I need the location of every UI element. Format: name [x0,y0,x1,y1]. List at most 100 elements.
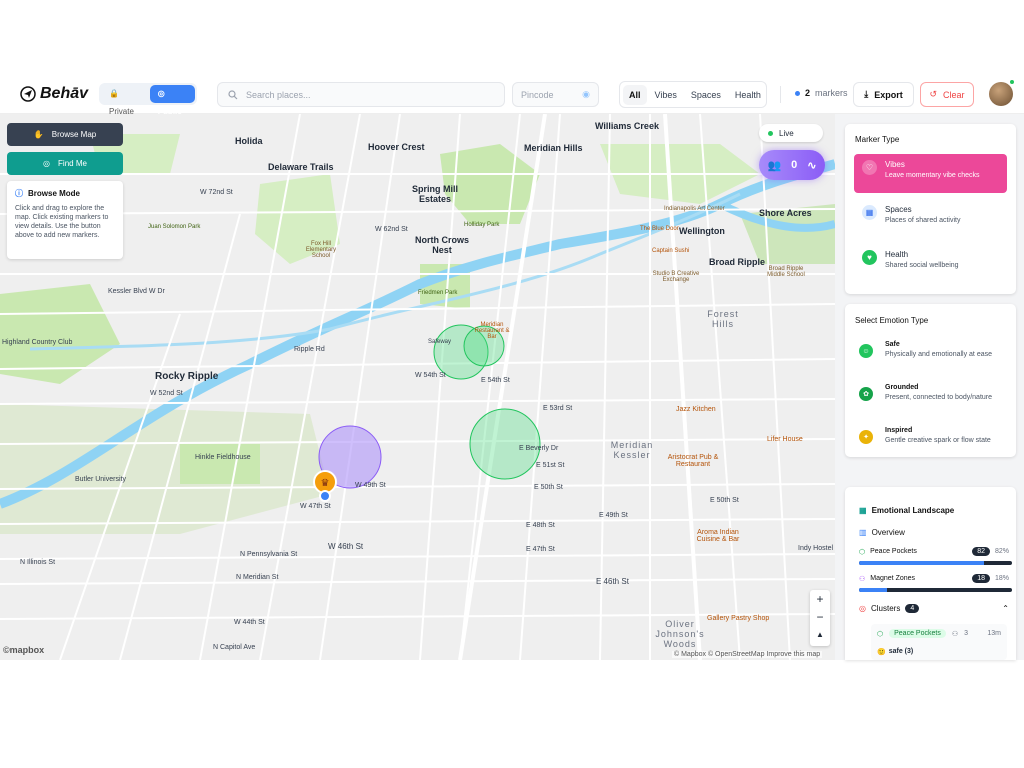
filter-spaces[interactable]: Spaces [685,85,727,105]
search-icon [228,89,238,99]
map-label: Delaware Trails [268,162,334,172]
clear-button[interactable]: ↺ Clear [920,82,974,107]
visibility-toggle: 🔒 Private ◎ Public [99,83,197,116]
filter-health[interactable]: Health [729,85,767,105]
info-icon: ⓘ [15,189,23,198]
map-label: Williams Creek [595,121,659,131]
info-text: Click and drag to explore the map. Click… [15,205,109,239]
marker-count-value: 2 [805,88,811,98]
peace-pct: 82% [994,548,1009,555]
grounded-desc: Present, connected to body/nature [885,394,993,401]
street-label: W 72nd St [200,189,233,196]
chart-icon: ▥ [859,528,867,537]
inspired-desc: Gentle creative spark or flow state [885,437,991,444]
cluster-time: 13m [987,630,1001,637]
marker-count: 2 markers [795,88,848,98]
zoom-controls: + − ▲ [810,590,830,646]
svg-text:♛: ♛ [321,478,330,489]
map-label: Aristocrat Pub & Restaurant [667,454,719,468]
street-label: E 53rd St [543,405,573,412]
app-logo[interactable]: Behāv [20,85,88,103]
map-label: Holida [235,136,263,146]
street-label: N Capitol Ave [213,644,256,651]
emotion-title: Select Emotion Type [855,316,929,325]
online-status-icon [1009,79,1015,85]
pincode-input[interactable]: Pincode ◉ [512,82,599,107]
emotion-inspired[interactable]: ✦ Inspired Gentle creative spark or flow … [859,427,991,444]
map-label: Fox Hill Elementary School [305,241,337,259]
map-label: Indianapolis Art Center [664,206,725,212]
map-label: Gallery Pastry Shop [707,615,770,622]
find-me-button[interactable]: ◎ Find Me [7,152,123,175]
street-label: W 47th St [300,503,331,510]
street-label: E 51st St [536,462,565,469]
map-label: Holliday Park [464,222,500,228]
cluster-tag: Peace Pockets [889,629,946,638]
marker-type-spaces[interactable]: ▦ Spaces Places of shared activity [854,199,1007,238]
landscape-title: Emotional Landscape [871,506,955,515]
street-label: W 62nd St [375,226,408,233]
marker-filter: All Vibes Spaces Health [619,81,767,108]
street-label: E 54th St [481,377,510,384]
street-label: Ripple Rd [294,346,325,353]
map-attribution[interactable]: © Mapbox © OpenStreetMap Improve this ma… [672,651,823,658]
shield-icon: ⬡ [859,548,866,556]
zoom-in-button[interactable]: + [816,590,823,608]
emotion-safe[interactable]: ☺ Safe Physically and emotionally at ease [859,341,992,358]
map-label: Lifer House [767,436,803,443]
street-label: E 49th St [599,512,628,519]
chevron-up-icon[interactable]: ⌃ [1002,604,1009,613]
export-button[interactable]: ⤓ Export [853,82,914,107]
map-canvas[interactable]: ♛ Hoover Crest Meridian Hills Williams C… [0,114,835,660]
map-label: Rocky Ripple [155,371,219,382]
magnet-count: 18 [972,574,990,583]
user-avatar[interactable] [989,79,1015,106]
navigation-arrow-icon [20,86,36,102]
marker-type-vibes[interactable]: ♡ Vibes Leave momentary vibe checks [854,154,1007,193]
find-me-label: Find Me [58,159,87,168]
marker-type-card: Marker Type ♡ Vibes Leave momentary vibe … [845,124,1016,294]
landscape-header: ▦ Emotional Landscape [859,506,954,515]
toggle-public[interactable]: ◎ Public [149,85,195,116]
toggle-private[interactable]: 🔒 Private [101,85,150,116]
street-label: W 52nd St [150,390,183,397]
target-icon: ◎ [859,604,866,613]
emotion-type-card: Select Emotion Type ☺ Safe Physically and… [845,304,1016,457]
location-pin-icon[interactable]: ◉ [582,89,590,100]
street-label: E 46th St [596,577,629,586]
browse-mode-info: ⓘ Browse Mode Click and drag to explore t… [7,181,123,259]
filter-vibes[interactable]: Vibes [649,85,683,105]
map-label: Oliver Johnson's Woods [655,619,705,649]
live-indicator: Live [759,124,823,142]
search-input[interactable]: Search places... [217,82,505,107]
map-label: Juan Solomon Park [148,224,201,230]
browse-map-button[interactable]: ✋ Browse Map [7,123,123,146]
vibes-desc: Leave momentary vibe checks [885,172,980,179]
activity-counter[interactable]: 👥 0 ∿ [759,150,825,180]
safe-icon: ☺ [859,344,873,358]
map-label: Spring Mill Estates [412,184,458,204]
compass-button[interactable]: ▲ [816,626,824,644]
filter-all[interactable]: All [623,84,647,105]
marker-type-health[interactable]: ♥ Health Shared social wellbeing [854,244,1007,283]
health-desc: Shared social wellbeing [885,262,959,269]
mapbox-logo[interactable]: ©mapbox [3,645,44,655]
peace-pockets-row: ⬡ Peace Pockets 82 82% [859,547,1009,556]
cluster-item[interactable]: ⬡ Peace Pockets ⚇ 3 13m 🙂 safe (3) [871,624,1007,660]
peace-progress-bar [859,561,1012,565]
top-header: Behāv 🔒 Private ◎ Public Search places..… [0,76,1024,116]
magnet-zones-row: ⚇ Magnet Zones 18 18% [859,574,1009,583]
magnet-progress-fill [859,588,887,592]
magnet-progress-bar [859,588,1012,592]
street-label: E 48th St [526,522,555,529]
overview-label: Overview [871,528,905,537]
map-label: Shore Acres [759,208,812,218]
pincode-placeholder: Pincode [521,89,554,100]
pulse-icon: ∿ [807,159,817,172]
emotion-grounded[interactable]: ✿ Grounded Present, connected to body/nat… [859,384,992,401]
map-label: Hinkle Fieldhouse [195,454,251,461]
grounded-name: Grounded [885,384,919,391]
zoom-out-button[interactable]: − [816,608,823,626]
clusters-row[interactable]: ◎ Clusters 4 ⌃ [859,604,1009,613]
export-label: Export [874,89,903,100]
